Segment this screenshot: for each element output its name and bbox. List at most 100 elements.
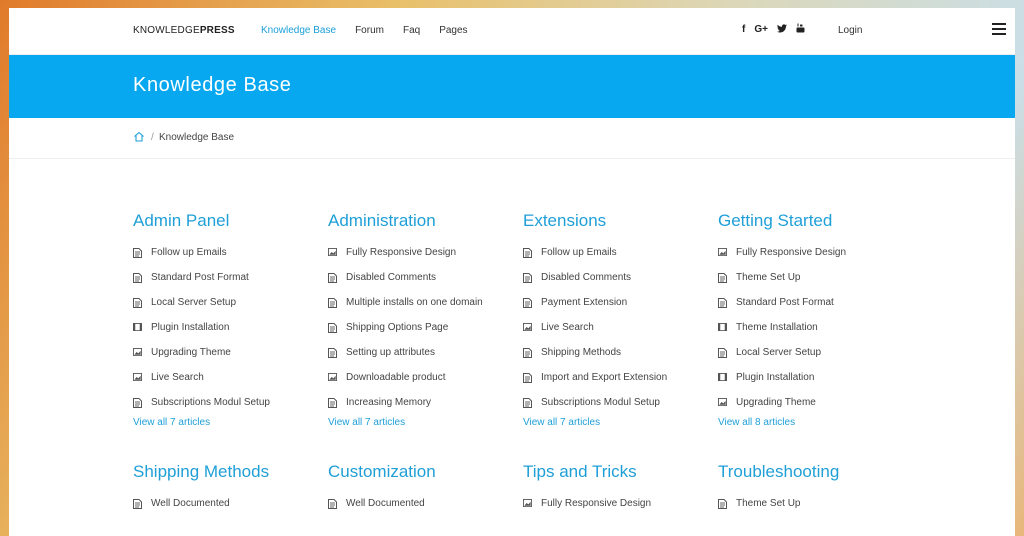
article-label: Payment Extension [541,297,628,308]
breadcrumb: / Knowledge Base [9,118,1015,159]
article-link[interactable]: Upgrading Theme [133,340,328,365]
view-all-articles-link[interactable]: View all 7 articles [328,417,523,428]
facebook-icon[interactable]: f [742,24,745,35]
article-label: Import and Export Extension [541,372,668,383]
article-link[interactable]: Follow up Emails [133,240,328,265]
article-link[interactable]: Plugin Installation [133,315,328,340]
article-link[interactable]: Disabled Comments [523,265,718,290]
article-link[interactable]: Live Search [523,315,718,340]
article-link[interactable]: Payment Extension [523,290,718,315]
site-logo[interactable]: KNOWLEDGEPRESS [133,25,235,36]
article-link[interactable]: Standard Post Format [133,265,328,290]
article-link[interactable]: Theme Set Up [718,491,913,516]
category-title[interactable]: Admin Panel [133,211,328,231]
article-link[interactable]: Local Server Setup [133,290,328,315]
image-icon [523,322,532,333]
logo-text-press: PRESS [199,25,235,36]
article-label: Subscriptions Modul Setup [541,397,660,408]
twitter-icon[interactable] [776,23,787,36]
view-all-articles-link[interactable]: View all 8 articles [718,417,913,428]
category-card: Admin Panel Follow up Emails Standard Post… [133,211,328,428]
category-card: Troubleshooting Theme Set Up [718,462,913,516]
breadcrumb-current: Knowledge Base [159,132,235,143]
image-icon [133,347,142,358]
category-card: Tips and Tricks Fully Responsive Design [523,462,718,516]
category-title[interactable]: Getting Started [718,211,913,231]
youtube-icon[interactable] [796,23,805,36]
article-label: Well Documented [151,498,230,509]
nav-pages[interactable]: Pages [439,25,467,36]
page-banner: Knowledge Base [9,55,1015,118]
article-link[interactable]: Fully Responsive Design [523,491,718,516]
document-icon [523,247,532,258]
login-link[interactable]: Login [838,25,862,36]
logo-text-knowledge: KNOWLEDGE [133,25,200,36]
article-link[interactable]: Setting up attributes [328,340,523,365]
article-link[interactable]: Increasing Memory [328,390,523,415]
top-navigation-bar: KNOWLEDGEPRESS Knowledge Base Forum Faq … [9,8,1015,55]
nav-faq[interactable]: Faq [403,25,420,36]
article-link[interactable]: Plugin Installation [718,365,913,390]
category-title[interactable]: Customization [328,462,523,482]
document-icon [133,297,142,308]
article-label: Follow up Emails [541,247,617,258]
article-label: Plugin Installation [151,322,230,333]
document-icon [328,297,337,308]
article-link[interactable]: Follow up Emails [523,240,718,265]
article-link[interactable]: Well Documented [328,491,523,516]
nav-knowledge-base[interactable]: Knowledge Base [261,25,336,36]
article-list: Well Documented [133,491,328,516]
document-icon [328,397,337,408]
main-nav: Knowledge Base Forum Faq Pages [261,25,487,36]
article-link[interactable]: Shipping Methods [523,340,718,365]
document-icon [523,272,532,283]
view-all-articles-link[interactable]: View all 7 articles [523,417,718,428]
article-label: Standard Post Format [151,272,249,283]
article-label: Live Search [541,322,594,333]
article-label: Well Documented [346,498,425,509]
article-label: Fully Responsive Design [346,247,457,258]
article-link[interactable]: Downloadable product [328,365,523,390]
article-link[interactable]: Disabled Comments [328,265,523,290]
article-label: Local Server Setup [736,347,822,358]
category-title[interactable]: Extensions [523,211,718,231]
article-link[interactable]: Fully Responsive Design [718,240,913,265]
category-title[interactable]: Tips and Tricks [523,462,718,482]
article-link[interactable]: Subscriptions Modul Setup [523,390,718,415]
article-label: Disabled Comments [541,272,632,283]
category-title[interactable]: Administration [328,211,523,231]
article-link[interactable]: Shipping Options Page [328,315,523,340]
document-icon [523,372,532,383]
document-icon [718,347,727,358]
google-plus-icon[interactable]: G+ [754,24,768,35]
document-icon [718,272,727,283]
article-link[interactable]: Fully Responsive Design [328,240,523,265]
category-title[interactable]: Shipping Methods [133,462,328,482]
document-icon [718,498,727,509]
view-all-articles-link[interactable]: View all 7 articles [133,417,328,428]
page-title: Knowledge Base [133,74,292,96]
article-link[interactable]: Subscriptions Modul Setup [133,390,328,415]
article-link[interactable]: Multiple installs on one domain [328,290,523,315]
category-grid: Admin Panel Follow up Emails Standard Post… [133,211,913,516]
article-link[interactable]: Local Server Setup [718,340,913,365]
article-list: Fully Responsive Design Disabled Comments… [328,240,523,415]
home-icon[interactable] [133,131,145,143]
article-label: Increasing Memory [346,397,432,408]
article-link[interactable]: Live Search [133,365,328,390]
article-link[interactable]: Theme Installation [718,315,913,340]
article-link[interactable]: Import and Export Extension [523,365,718,390]
nav-forum[interactable]: Forum [355,25,384,36]
article-link[interactable]: Theme Set Up [718,265,913,290]
hamburger-menu-icon[interactable] [992,23,1006,35]
article-link[interactable]: Well Documented [133,491,328,516]
article-list: Follow up Emails Disabled Comments Payment… [523,240,718,415]
article-label: Theme Set Up [736,272,801,283]
article-link[interactable]: Upgrading Theme [718,390,913,415]
category-title[interactable]: Troubleshooting [718,462,913,482]
article-link[interactable]: Standard Post Format [718,290,913,315]
article-list: Fully Responsive Design [523,491,718,516]
article-label: Downloadable product [346,372,446,383]
article-label: Plugin Installation [736,372,815,383]
article-label: Subscriptions Modul Setup [151,397,270,408]
